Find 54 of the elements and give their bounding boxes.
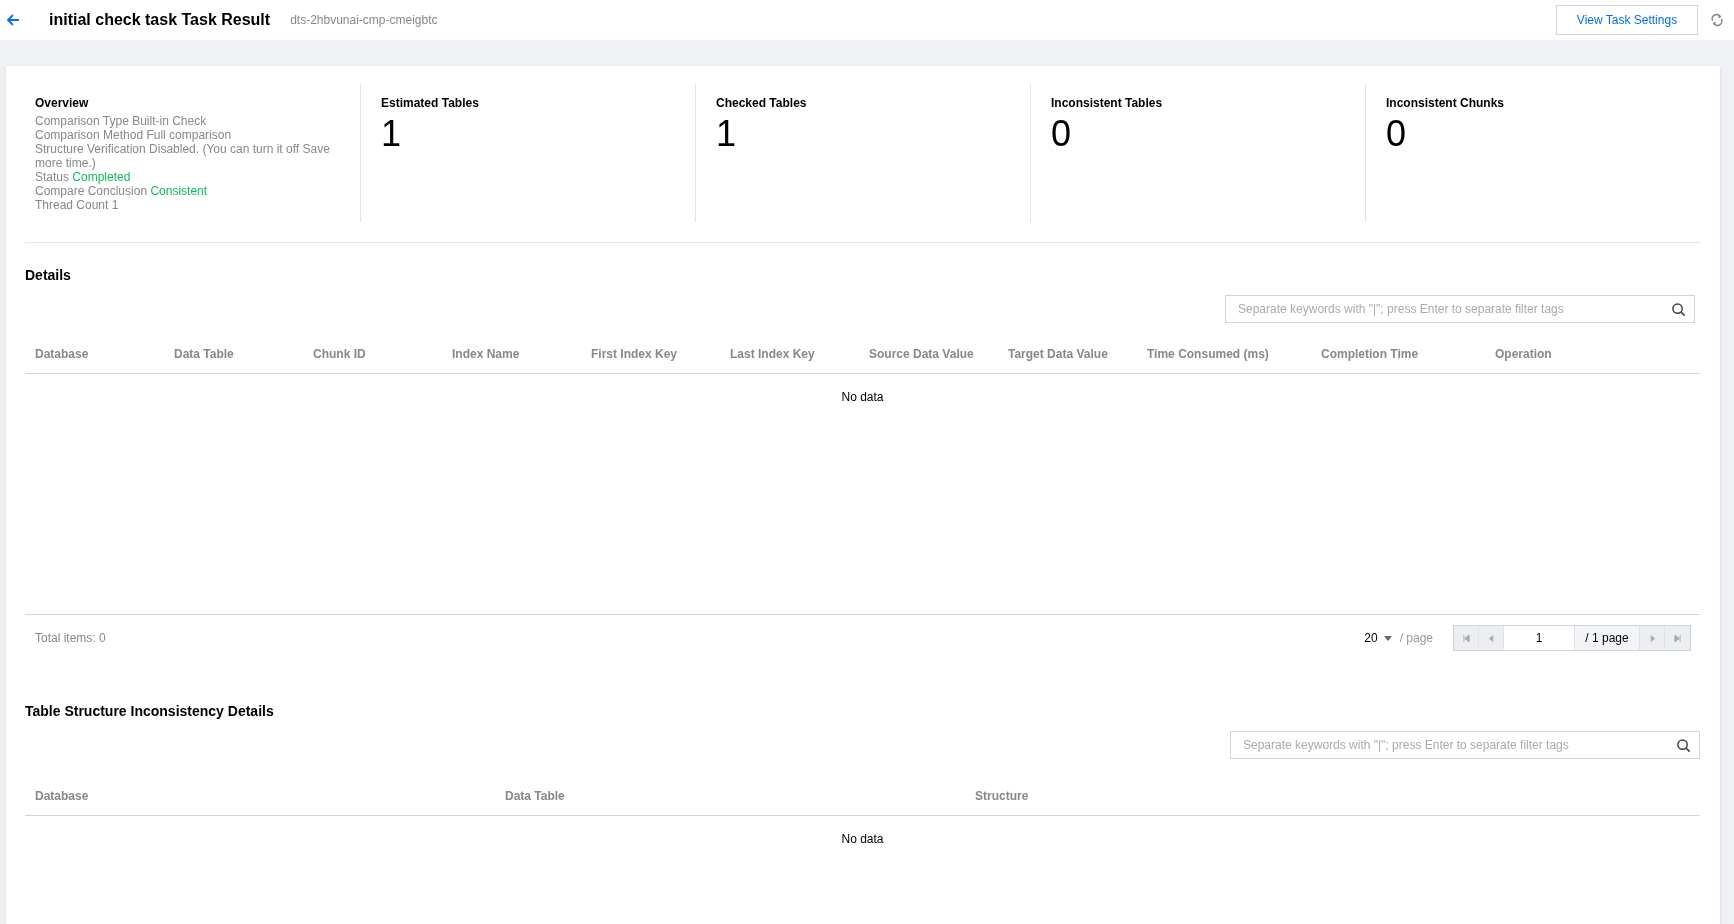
overview-line: Comparison Method Full comparison (35, 128, 233, 142)
next-page-icon (1648, 634, 1656, 642)
previous-page-icon (1487, 634, 1495, 642)
overview-title: Overview (35, 96, 90, 110)
view-task-settings-button[interactable]: View Task Settings (1556, 5, 1698, 35)
back-arrow-icon[interactable] (5, 12, 21, 28)
column-header: Target Data Value (1008, 347, 1109, 361)
stat-label: Checked Tables (716, 96, 808, 110)
stat-value: 0 (1051, 114, 1073, 154)
page-title: initial check task Task Result (49, 11, 271, 29)
section-title: Table Structure Inconsistency Details (25, 703, 275, 719)
column-header: Database (35, 789, 90, 803)
stat-label: Estimated Tables (381, 96, 480, 110)
empty-message: No data (841, 832, 884, 848)
stat-value: 1 (381, 114, 403, 154)
search-icon[interactable] (1676, 737, 1691, 753)
page-size-select[interactable]: 20 (1364, 631, 1392, 645)
search-field[interactable]: Separate keywords with "|"; press Enter to separate filter tags (1225, 295, 1695, 323)
column-header: Time Consumed (ms) (1147, 347, 1270, 361)
column-header: Data Table (174, 347, 235, 361)
stat-value: 0 (1386, 114, 1408, 154)
section-title: Details (25, 267, 72, 283)
page-count: / 1 page (1575, 626, 1640, 650)
search-icon[interactable] (1671, 301, 1686, 317)
column-header: First Index Key (591, 347, 679, 361)
column-header: Data Table (505, 789, 566, 803)
pagination-control[interactable]: 1 / 1 page (1453, 625, 1691, 651)
stat-label: Inconsistent Tables (1051, 96, 1164, 110)
task-id: dts-2hbvunai-cmp-cmeigbtc (290, 13, 438, 27)
search-field[interactable]: Separate keywords with "|"; press Enter to separate filter tags (1230, 731, 1700, 759)
last-page-button[interactable] (1665, 626, 1690, 650)
column-header: Structure (975, 789, 1030, 803)
overview-line: Comparison Type Built-in Check (35, 114, 208, 128)
stat-value: 1 (716, 114, 738, 154)
overview-line: Compare Conclusion Consistent (35, 184, 209, 198)
column-header: Last Index Key (730, 347, 816, 361)
refresh-icon[interactable] (1710, 13, 1724, 27)
stat-label: Inconsistent Chunks (1386, 96, 1505, 110)
caret-icon (1383, 635, 1392, 641)
column-header: Database (35, 347, 90, 361)
first-page-icon (1462, 634, 1470, 642)
total-items: Total items: 0 (35, 631, 106, 645)
column-header: Chunk ID (313, 347, 367, 361)
column-header: Operation (1495, 347, 1553, 361)
overview-line: Thread Count 1 (35, 198, 120, 212)
last-page-icon (1674, 634, 1681, 642)
empty-message: No data (841, 390, 884, 406)
column-header: Source Data Value (869, 347, 975, 361)
column-header: Completion Time (1321, 347, 1420, 361)
per-page-label: / page (1399, 631, 1433, 645)
overview-line: Structure Verification Disabled. (You can turn it off Save more time.) (35, 142, 331, 170)
first-page-button[interactable] (1454, 626, 1479, 650)
column-header: Index Name (452, 347, 521, 361)
overview-line: Status Completed (35, 170, 132, 184)
